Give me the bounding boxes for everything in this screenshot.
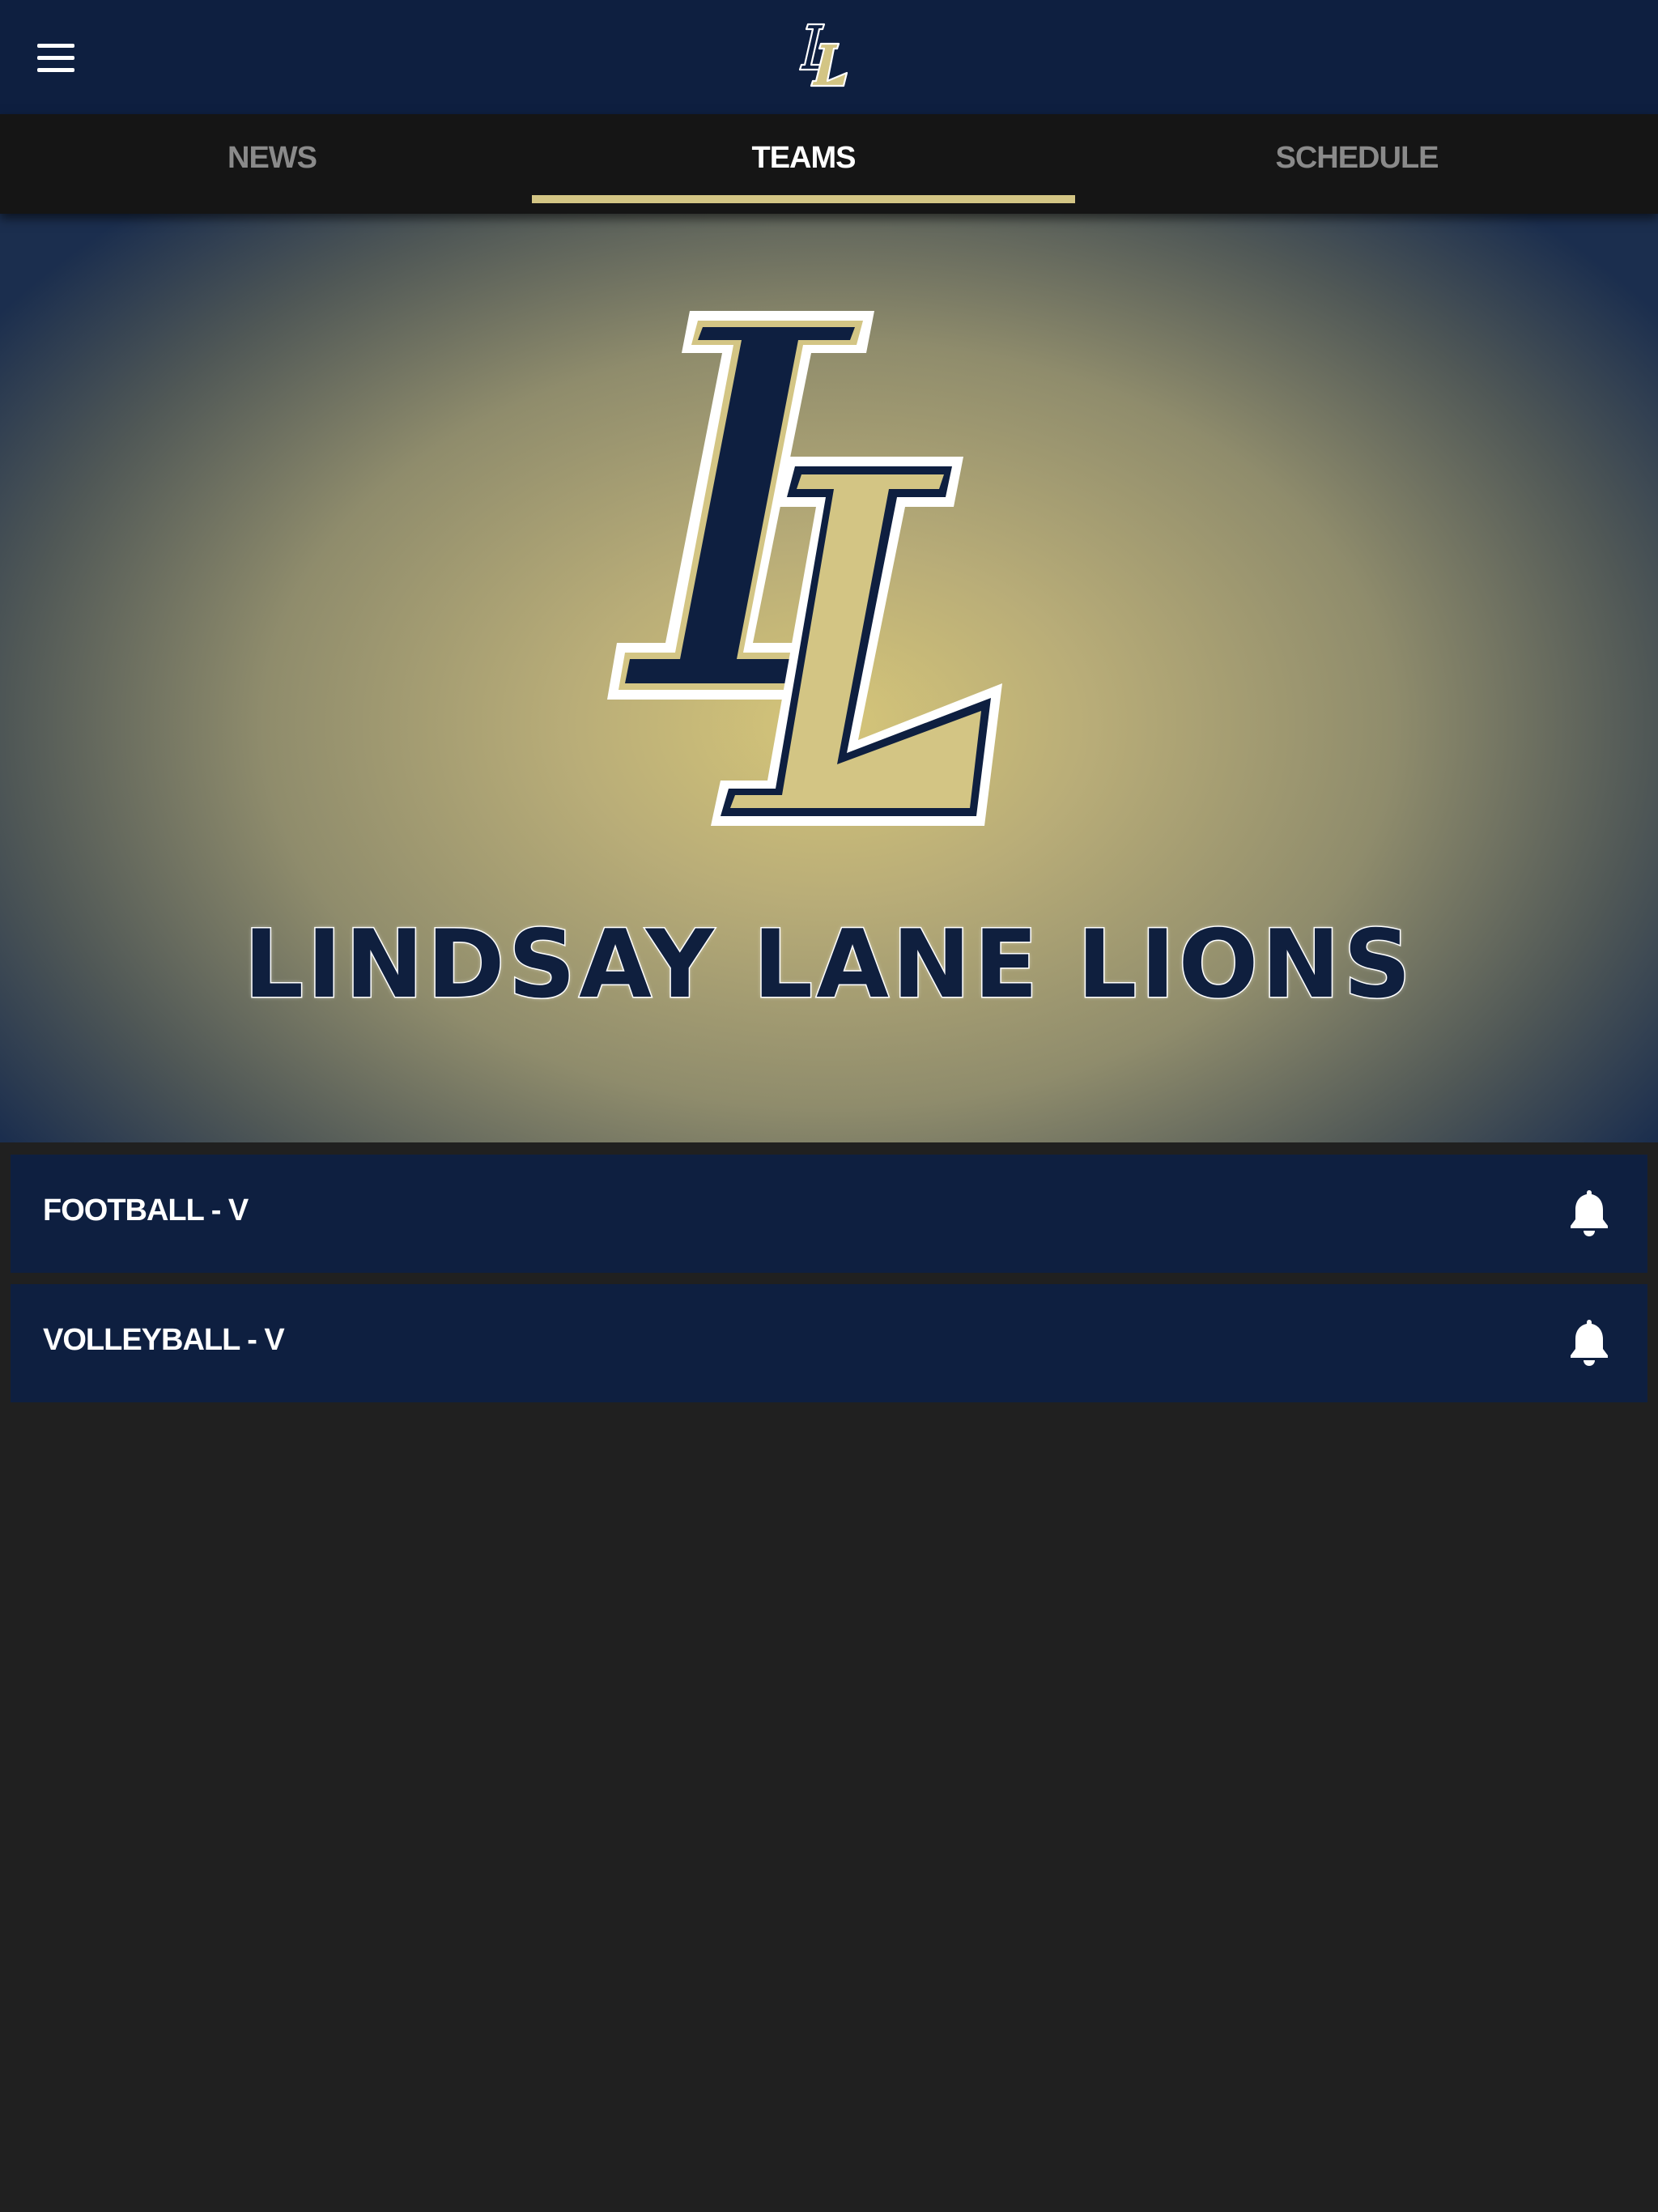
header-logo[interactable] bbox=[797, 19, 861, 94]
team-name: VOLLEYBALL - V bbox=[43, 1323, 285, 1357]
app-root: NEWS TEAMS SCHEDULE LINDSAY LANE LIONS F… bbox=[0, 0, 1658, 2212]
tab-bar: NEWS TEAMS SCHEDULE bbox=[0, 114, 1658, 214]
team-name: FOOTBALL - V bbox=[43, 1193, 249, 1227]
team-row-football[interactable]: FOOTBALL - V bbox=[11, 1155, 1647, 1273]
tab-teams-label: TEAMS bbox=[751, 141, 857, 175]
bell-icon[interactable] bbox=[1567, 1189, 1612, 1237]
bell-icon[interactable] bbox=[1567, 1318, 1612, 1367]
tab-news[interactable]: NEWS bbox=[0, 114, 544, 214]
hero-banner: LINDSAY LANE LIONS bbox=[0, 214, 1658, 1142]
hero-title: LINDSAY LANE LIONS bbox=[243, 909, 1414, 1021]
top-bar bbox=[0, 0, 1658, 114]
team-row-volleyball[interactable]: VOLLEYBALL - V bbox=[11, 1284, 1647, 1402]
tab-schedule-label: SCHEDULE bbox=[1275, 141, 1439, 175]
active-tab-indicator bbox=[532, 195, 1075, 203]
tab-news-label: NEWS bbox=[227, 141, 317, 175]
hamburger-menu-icon[interactable] bbox=[29, 32, 86, 81]
tab-schedule[interactable]: SCHEDULE bbox=[1085, 114, 1629, 214]
hero-logo bbox=[607, 311, 1002, 826]
